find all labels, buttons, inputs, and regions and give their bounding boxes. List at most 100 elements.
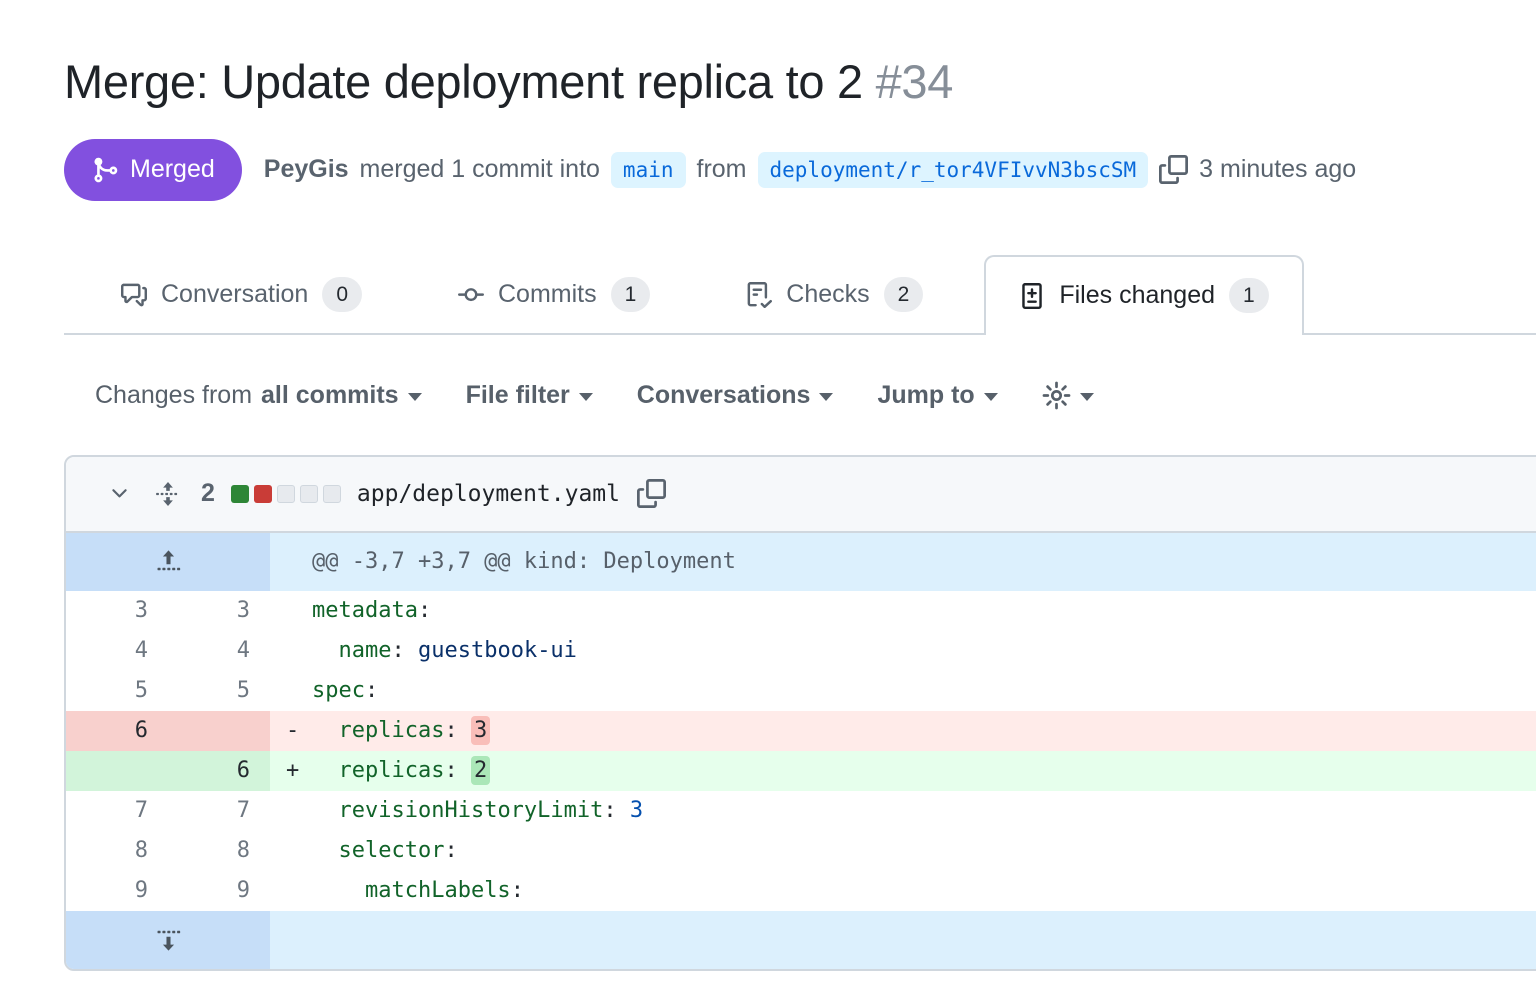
conversations-dropdown[interactable]: Conversations xyxy=(637,381,834,410)
new-line-number[interactable]: 8 xyxy=(168,831,270,871)
comment-discussion-icon xyxy=(121,282,147,308)
tab-label: Conversation xyxy=(161,280,308,309)
head-branch-label[interactable]: deployment/r_tor4VFIvvN3bscSM xyxy=(758,152,1149,188)
tab-checks[interactable]: Checks 2 xyxy=(711,255,958,333)
merged-state-label: Merged xyxy=(130,155,215,184)
expand-hunk-up-button[interactable] xyxy=(66,533,270,591)
diff-line-del: 6 - replicas: 3 xyxy=(66,711,1536,751)
diff-sign xyxy=(270,791,312,831)
old-line-number[interactable]: 9 xyxy=(66,871,168,911)
diff-line-context: 44 name: guestbook-ui xyxy=(66,631,1536,671)
chevron-down-icon xyxy=(1080,393,1094,401)
diff-rows: 33metadata:44 name: guestbook-ui55spec:6… xyxy=(66,591,1536,911)
old-line-number[interactable]: 6 xyxy=(66,711,168,751)
file-filter-dropdown[interactable]: File filter xyxy=(466,381,593,410)
tab-label: Commits xyxy=(498,280,597,309)
diff-line-add: 6+ replicas: 2 xyxy=(66,751,1536,791)
git-commit-icon xyxy=(458,282,484,308)
old-line-number[interactable]: 8 xyxy=(66,831,168,871)
old-line-number[interactable]: 7 xyxy=(66,791,168,831)
old-line-number[interactable]: 5 xyxy=(66,671,168,711)
tab-conversation[interactable]: Conversation 0 xyxy=(86,255,397,333)
author-link[interactable]: PeyGis xyxy=(264,155,349,184)
code-text: replicas: 2 xyxy=(312,751,1536,791)
file-name[interactable]: app/deployment.yaml xyxy=(357,481,620,507)
expand-bottom-area xyxy=(270,911,1536,969)
diff-file-card: 2 app/deployment.yaml @@ -3,7 +3,7 @@ ki… xyxy=(64,455,1536,971)
diff-sign xyxy=(270,831,312,871)
chevron-down-icon xyxy=(819,393,833,401)
base-branch-label[interactable]: main xyxy=(611,152,686,188)
diff-line-context: 99 matchLabels: xyxy=(66,871,1536,911)
changes-from-dropdown[interactable]: Changes from all commits xyxy=(95,381,422,410)
diff-settings-dropdown[interactable] xyxy=(1042,381,1094,410)
diffstat-neutral-square xyxy=(323,485,341,503)
copy-branch-button[interactable] xyxy=(1159,155,1188,184)
code-text: metadata: xyxy=(312,591,1536,631)
page-title: Merge: Update deployment replica to 2 #3… xyxy=(64,50,1536,115)
code-text: spec: xyxy=(312,671,1536,711)
chevron-down-icon xyxy=(579,393,593,401)
code-text: revisionHistoryLimit: 3 xyxy=(312,791,1536,831)
new-line-number[interactable]: 7 xyxy=(168,791,270,831)
diff-toolbar: Changes from all commits File filter Con… xyxy=(95,381,1536,410)
changes-from-label: Changes from xyxy=(95,381,252,410)
diff-sign xyxy=(270,631,312,671)
unfold-vertical-icon xyxy=(155,481,181,507)
hunk-header-row: @@ -3,7 +3,7 @@ kind: Deployment xyxy=(66,533,1536,591)
diff-sign xyxy=(270,871,312,911)
new-line-number[interactable]: 9 xyxy=(168,871,270,911)
tab-counter: 0 xyxy=(322,277,362,312)
file-diff-icon xyxy=(1019,283,1045,309)
git-merge-icon xyxy=(91,156,119,184)
collapse-file-button[interactable] xyxy=(108,482,131,505)
diffstat-neutral-square xyxy=(300,485,318,503)
chevron-down-icon xyxy=(108,482,131,505)
new-line-number[interactable]: 3 xyxy=(168,591,270,631)
new-line-number[interactable]: 5 xyxy=(168,671,270,711)
checklist-icon xyxy=(746,282,772,308)
tab-counter: 1 xyxy=(1229,278,1269,313)
diff-sign: - xyxy=(270,711,312,751)
new-line-number[interactable]: 4 xyxy=(168,631,270,671)
diff-line-context: 77 revisionHistoryLimit: 3 xyxy=(66,791,1536,831)
diffstat-squares xyxy=(231,485,341,503)
gear-icon xyxy=(1042,381,1071,410)
old-line-number[interactable]: 4 xyxy=(66,631,168,671)
diff-line-context: 55 spec: xyxy=(66,671,1536,711)
diff-table: @@ -3,7 +3,7 @@ kind: Deployment 33 metad… xyxy=(66,533,1536,969)
file-changes-count: 2 xyxy=(201,479,215,508)
code-text: replicas: 3 xyxy=(312,711,1536,751)
expand-hunk-down-button[interactable] xyxy=(66,911,270,969)
copy-icon xyxy=(1159,155,1188,184)
jump-to-dropdown[interactable]: Jump to xyxy=(877,381,997,410)
tab-files-changed[interactable]: Files changed 1 xyxy=(984,255,1303,335)
diffstat-addition-square xyxy=(231,485,249,503)
byline-from-text: from xyxy=(697,155,747,184)
diff-line-context: 33 metadata: xyxy=(66,591,1536,631)
pr-tabs: Conversation 0 Commits 1 Checks 2 Files … xyxy=(64,255,1536,335)
diff-file-header: 2 app/deployment.yaml xyxy=(66,457,1536,533)
expand-bottom-row xyxy=(66,911,1536,969)
diffstat-deletion-square xyxy=(254,485,272,503)
pr-title-text: Merge: Update deployment replica to 2 xyxy=(64,55,863,108)
merged-timestamp: 3 minutes ago xyxy=(1199,155,1356,184)
old-line-number[interactable] xyxy=(66,751,168,791)
hunk-header-text: @@ -3,7 +3,7 @@ kind: Deployment xyxy=(270,533,1536,591)
chevron-down-icon xyxy=(984,393,998,401)
diffstat-neutral-square xyxy=(277,485,295,503)
diff-sign xyxy=(270,671,312,711)
new-line-number[interactable] xyxy=(168,711,270,751)
unfold-down-icon xyxy=(155,926,182,953)
old-line-number[interactable]: 3 xyxy=(66,591,168,631)
tab-commits[interactable]: Commits 1 xyxy=(423,255,685,333)
changes-from-value: all commits xyxy=(261,381,399,410)
expand-all-hunks-button[interactable] xyxy=(155,481,181,507)
new-line-number[interactable]: 6 xyxy=(168,751,270,791)
tab-counter: 2 xyxy=(884,277,924,312)
copy-file-path-button[interactable] xyxy=(637,479,666,508)
merged-state-badge: Merged xyxy=(64,139,242,201)
diff-sign xyxy=(270,591,312,631)
byline-action-text: merged 1 commit into xyxy=(360,155,600,184)
code-text: name: guestbook-ui xyxy=(312,631,1536,671)
